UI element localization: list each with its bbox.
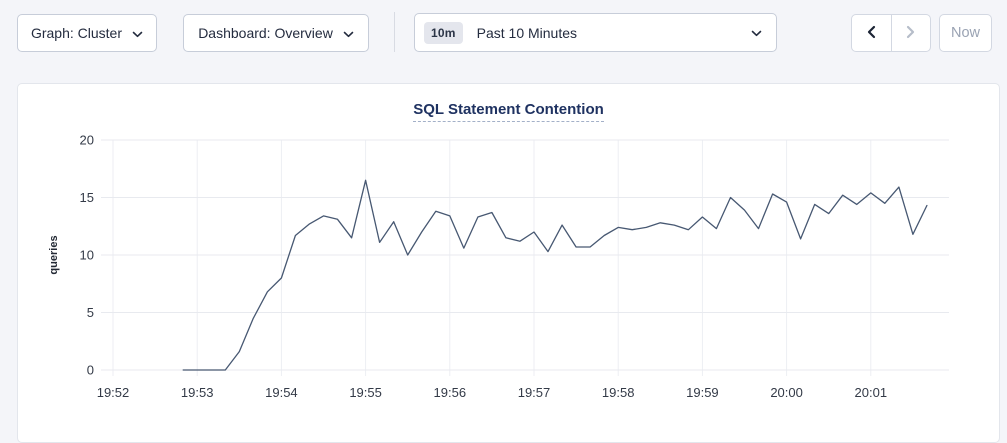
chart-card: SQL Statement Contention 0510152019:5219… [17,83,1000,443]
sql-contention-chart[interactable]: 0 5 10 15 20 19:52 19:53 19:54 19:55 19:56 19:57 19… [18,84,1001,442]
dashboard-dropdown[interactable]: Dashboard: Overview [183,14,369,52]
toolbar-divider [394,12,395,52]
time-range-selector[interactable]: 10m Past 10 Minutes [414,13,777,52]
svg-text:0: 0 [87,363,94,378]
prev-window-button[interactable] [852,15,891,51]
svg-text:19:57: 19:57 [518,385,551,400]
time-window-nav [851,14,931,52]
time-range-badge: 10m [424,22,463,44]
time-range-label: Past 10 Minutes [477,25,751,41]
svg-text:15: 15 [80,190,94,205]
now-button[interactable]: Now [939,14,992,52]
next-window-button[interactable] [891,15,931,51]
graph-dropdown-label: Graph: Cluster [31,25,122,41]
svg-text:19:52: 19:52 [97,385,130,400]
svg-text:19:53: 19:53 [181,385,214,400]
graph-dropdown[interactable]: Graph: Cluster [17,14,157,52]
chevron-left-icon [865,25,877,42]
svg-text:10: 10 [80,248,94,263]
svg-text:20:01: 20:01 [855,385,888,400]
svg-text:19:56: 19:56 [434,385,467,400]
chevron-down-icon [751,24,762,42]
svg-text:19:55: 19:55 [349,385,382,400]
dashboard-dropdown-label: Dashboard: Overview [198,25,333,41]
svg-text:20: 20 [80,133,94,148]
svg-text:19:58: 19:58 [602,385,635,400]
svg-text:19:59: 19:59 [686,385,719,400]
svg-text:queries: queries [48,235,60,274]
svg-text:5: 5 [87,305,94,320]
svg-text:19:54: 19:54 [265,385,298,400]
chevron-down-icon [132,25,143,41]
svg-text:20:00: 20:00 [770,385,803,400]
chevron-right-icon [905,25,917,42]
chevron-down-icon [343,25,354,41]
